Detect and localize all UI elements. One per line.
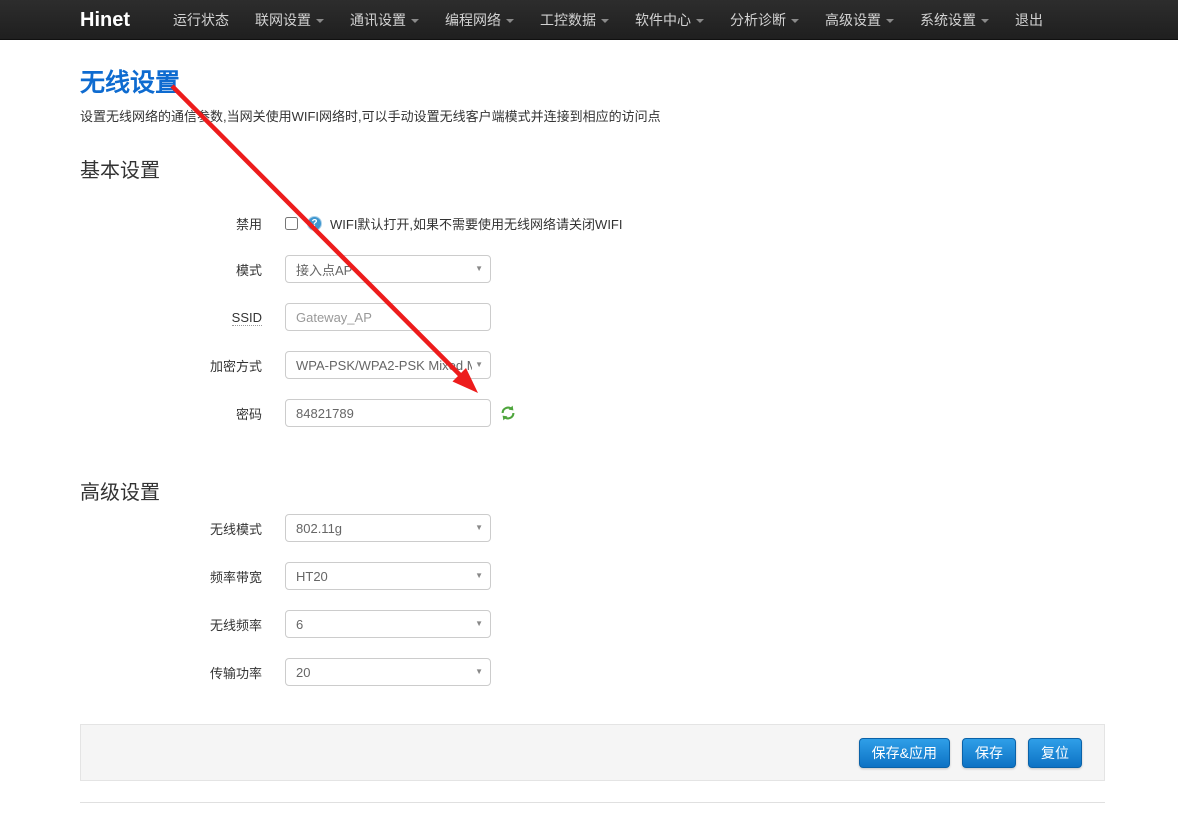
page-content: 无线设置 设置无线网络的通信参数,当网关使用WIFI网络时,可以手动设置无线客户… (80, 63, 1105, 803)
encryption-label: 加密方式 (80, 356, 285, 375)
ssid-label: SSID (80, 310, 285, 325)
nav-item-comm-settings[interactable]: 通讯设置 (337, 0, 432, 39)
page-description: 设置无线网络的通信参数,当网关使用WIFI网络时,可以手动设置无线客户端模式并连… (80, 106, 1105, 125)
bandwidth-label: 频率带宽 (80, 567, 285, 586)
disable-label: 禁用 (80, 214, 285, 233)
chevron-down-icon (411, 19, 419, 23)
footer-actions-bar: 保存&应用 保存 复位 (80, 724, 1105, 781)
bandwidth-select-value: HT20 (296, 569, 472, 584)
save-button[interactable]: 保存 (962, 738, 1016, 768)
tx-power-select-value: 20 (296, 665, 472, 680)
dropdown-caret-icon: ▼ (475, 620, 483, 628)
brand-logo[interactable]: Hinet (80, 0, 160, 39)
nav-item-label: 高级设置 (825, 12, 881, 28)
bandwidth-select[interactable]: HT20 ▼ (285, 562, 491, 590)
nav-item-label: 系统设置 (920, 12, 976, 28)
channel-select-value: 6 (296, 617, 472, 632)
refresh-password-icon[interactable] (500, 405, 516, 421)
channel-label: 无线频率 (80, 615, 285, 634)
ssid-input[interactable] (285, 303, 491, 331)
save-apply-button[interactable]: 保存&应用 (859, 738, 950, 768)
chevron-down-icon (316, 19, 324, 23)
nav-item-label: 联网设置 (255, 12, 311, 28)
dropdown-caret-icon: ▼ (475, 265, 483, 273)
nav-item-label: 运行状态 (173, 12, 229, 28)
encryption-select[interactable]: WPA-PSK/WPA2-PSK Mixed Mode ▼ (285, 351, 491, 379)
form-row-disable: 禁用 ? WIFI默认打开,如果不需要使用无线网络请关闭WIFI (80, 214, 1105, 233)
nav-item-network-settings[interactable]: 联网设置 (242, 0, 337, 39)
nav-item-label: 工控数据 (540, 12, 596, 28)
channel-select[interactable]: 6 ▼ (285, 610, 491, 638)
chevron-down-icon (696, 19, 704, 23)
section-heading-advanced: 高级设置 (80, 476, 1105, 505)
mode-label: 模式 (80, 260, 285, 279)
dropdown-caret-icon: ▼ (475, 668, 483, 676)
nav-item-software-center[interactable]: 软件中心 (622, 0, 717, 39)
nav-item-system-settings[interactable]: 系统设置 (907, 0, 1002, 39)
nav-item-label: 软件中心 (635, 12, 691, 28)
dropdown-caret-icon: ▼ (475, 361, 483, 369)
wireless-mode-select-value: 802.11g (296, 521, 472, 536)
mode-select-value: 接入点AP (296, 260, 472, 279)
help-icon[interactable]: ? (307, 216, 322, 231)
chevron-down-icon (791, 19, 799, 23)
mode-select[interactable]: 接入点AP ▼ (285, 255, 491, 283)
section-heading-basic: 基本设置 (80, 154, 1105, 183)
bottom-divider (80, 802, 1105, 803)
form-row-bandwidth: 频率带宽 HT20 ▼ (80, 562, 1105, 590)
wireless-mode-select[interactable]: 802.11g ▼ (285, 514, 491, 542)
chevron-down-icon (886, 19, 894, 23)
form-row-mode: 模式 接入点AP ▼ (80, 255, 1105, 283)
nav-item-analysis-diagnosis[interactable]: 分析诊断 (717, 0, 812, 39)
form-row-wireless-mode: 无线模式 802.11g ▼ (80, 514, 1105, 542)
disable-checkbox[interactable] (285, 217, 298, 230)
form-row-password: 密码 (80, 399, 1105, 427)
chevron-down-icon (506, 19, 514, 23)
nav-item-run-status[interactable]: 运行状态 (160, 0, 242, 39)
form-row-ssid: SSID (80, 303, 1105, 331)
nav-item-industrial-data[interactable]: 工控数据 (527, 0, 622, 39)
encryption-select-value: WPA-PSK/WPA2-PSK Mixed Mode (296, 358, 472, 373)
tx-power-label: 传输功率 (80, 663, 285, 682)
wireless-mode-label: 无线模式 (80, 519, 285, 538)
reset-button[interactable]: 复位 (1028, 738, 1082, 768)
form-row-channel: 无线频率 6 ▼ (80, 610, 1105, 638)
password-label: 密码 (80, 404, 285, 423)
nav-item-label: 退出 (1015, 12, 1043, 28)
disable-help-text: WIFI默认打开,如果不需要使用无线网络请关闭WIFI (330, 214, 622, 233)
nav-item-programming-network[interactable]: 编程网络 (432, 0, 527, 39)
password-input[interactable] (285, 399, 491, 427)
nav-item-advanced-settings[interactable]: 高级设置 (812, 0, 907, 39)
top-navbar: Hinet 运行状态 联网设置 通讯设置 编程网络 工控数据 软件中心 分析诊断… (0, 0, 1178, 40)
form-row-tx-power: 传输功率 20 ▼ (80, 658, 1105, 686)
page-title: 无线设置 (80, 63, 1105, 99)
tx-power-select[interactable]: 20 ▼ (285, 658, 491, 686)
chevron-down-icon (601, 19, 609, 23)
chevron-down-icon (981, 19, 989, 23)
nav-item-logout[interactable]: 退出 (1002, 0, 1056, 39)
dropdown-caret-icon: ▼ (475, 572, 483, 580)
form-row-encryption: 加密方式 WPA-PSK/WPA2-PSK Mixed Mode ▼ (80, 351, 1105, 379)
dropdown-caret-icon: ▼ (475, 524, 483, 532)
nav-item-label: 编程网络 (445, 12, 501, 28)
nav-item-label: 通讯设置 (350, 12, 406, 28)
nav-item-label: 分析诊断 (730, 12, 786, 28)
